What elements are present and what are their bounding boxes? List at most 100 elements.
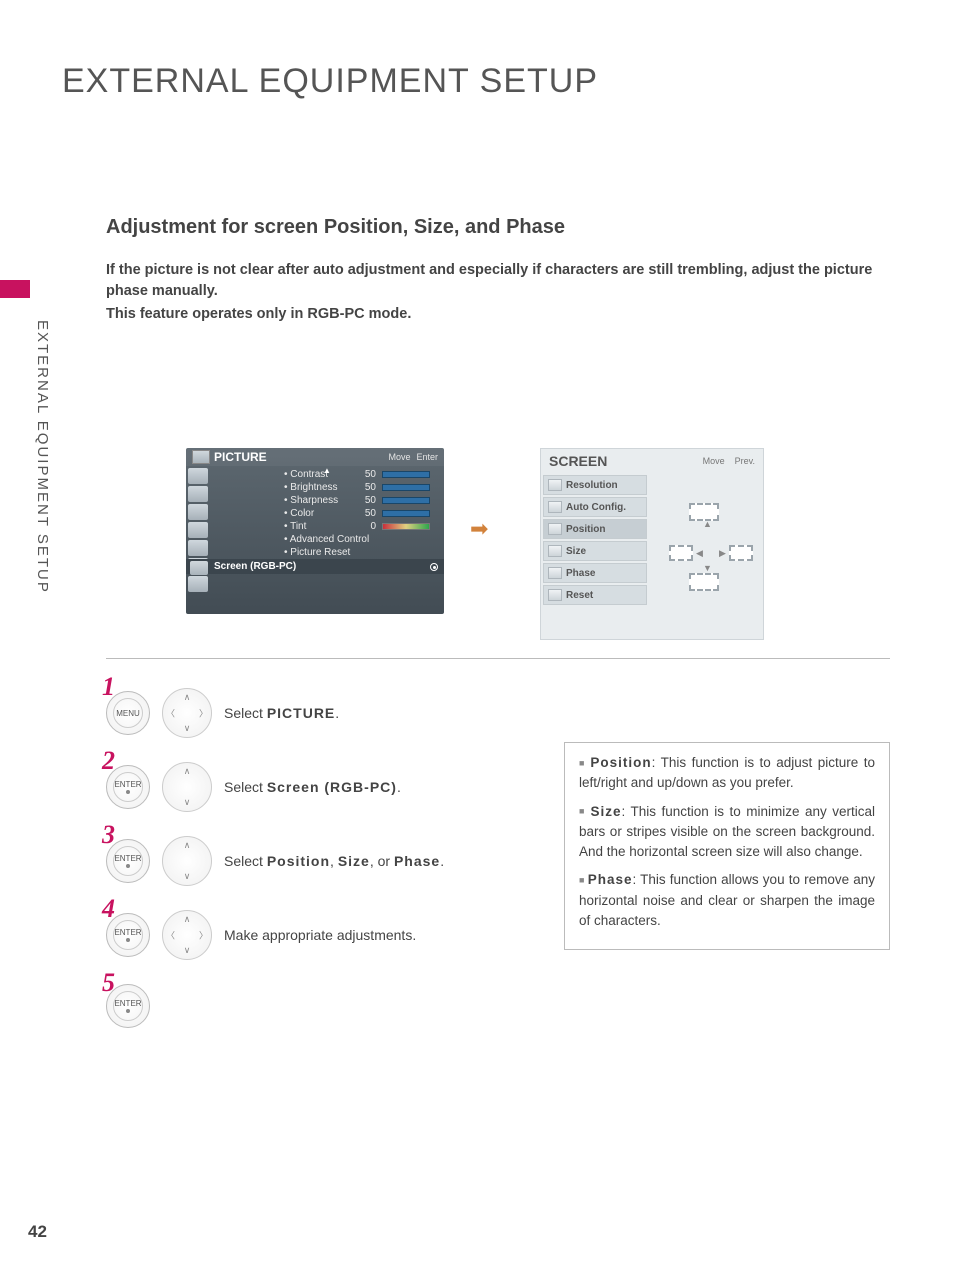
info-label: Phase <box>588 872 633 887</box>
picture-panel-header: PICTURE Move Enter <box>186 448 444 466</box>
intro-p1: If the picture is not clear after auto a… <box>106 262 872 299</box>
step-text: Select PICTURE. <box>224 705 339 721</box>
item-icon <box>548 589 562 601</box>
intro-p2: This feature operates only in RGB-PC mod… <box>106 306 411 322</box>
dot-icon <box>126 864 130 868</box>
row-bar <box>382 484 430 491</box>
side-icon <box>188 522 208 538</box>
dpad-full-icon: ∧∨〈〉 <box>162 910 212 960</box>
screen-item-reset: Reset <box>543 585 647 605</box>
row-bar <box>382 471 430 478</box>
text: . <box>397 779 401 795</box>
button-label: MENU <box>116 709 140 718</box>
steps-list: 1 MENU ∧∨〈〉 Select PICTURE. 2 ENTER ∧∨〈〉… <box>106 688 546 1052</box>
step-text: Make appropriate adjustments. <box>224 927 416 943</box>
row-label: • Brightness <box>284 482 358 493</box>
row-label: • Sharpness <box>284 495 358 506</box>
row-label: • Contrast <box>284 469 358 480</box>
side-section-label: EXTERNAL EQUIPMENT SETUP <box>34 320 51 594</box>
preview-rect-icon <box>689 573 719 591</box>
screen-item-size: Size <box>543 541 647 561</box>
dpad-full-icon: ∧∨〈〉 <box>162 688 212 738</box>
step-text: Select Screen (RGB-PC). <box>224 779 401 795</box>
screen-menu: Resolution Auto Config. Position Size Ph… <box>541 473 649 607</box>
osd-picture-panel: PICTURE Move Enter ▲ • Contrast50 • Brig… <box>186 448 444 614</box>
screen-panel-header: SCREEN Move Prev. <box>541 449 763 473</box>
move-hint: Move <box>388 452 410 462</box>
move-hint: Move <box>703 456 725 466</box>
button-label: ENTER <box>114 999 141 1008</box>
info-size: Size: This function is to minimize any v… <box>579 802 875 863</box>
enter-hint: Enter <box>416 452 438 462</box>
picture-row-screen-selected: Screen (RGB-PC) <box>186 559 444 574</box>
item-label: Position <box>566 524 605 535</box>
picture-row-advanced: • Advanced Control <box>284 533 438 546</box>
row-label: • Picture Reset <box>284 547 438 558</box>
row-label: • Color <box>284 508 358 519</box>
text-bold: Screen (RGB-PC) <box>267 779 397 795</box>
picture-row-brightness: • Brightness50 <box>284 481 438 494</box>
text: . <box>440 853 444 869</box>
text-bold: PICTURE <box>267 705 335 721</box>
row-value: 50 <box>360 469 380 480</box>
info-box: Position: This function is to adjust pic… <box>564 742 890 950</box>
item-icon <box>548 545 562 557</box>
screen-item-position: Position <box>543 519 647 539</box>
screen-item-phase: Phase <box>543 563 647 583</box>
preview-rect-icon <box>669 545 693 561</box>
row-value: 50 <box>360 508 380 519</box>
picture-panel-title: PICTURE <box>214 450 267 464</box>
arrow-up-icon: ▲ <box>703 519 712 529</box>
button-label: ENTER <box>114 780 141 789</box>
text: Select <box>224 705 267 721</box>
radio-dot-icon <box>430 563 438 571</box>
button-label: ENTER <box>114 854 141 863</box>
side-icon <box>188 504 208 520</box>
step-1: 1 MENU ∧∨〈〉 Select PICTURE. <box>106 688 546 738</box>
divider <box>106 658 890 659</box>
row-tint-bar <box>382 523 430 530</box>
row-label: • Tint <box>284 521 358 532</box>
dpad-vertical-icon: ∧∨〈〉 <box>162 762 212 812</box>
row-value: 50 <box>360 495 380 506</box>
text: , <box>330 853 338 869</box>
step-5: 5 ENTER <box>106 984 546 1028</box>
enter-button-icon: ENTER <box>106 984 150 1028</box>
scroll-up-icon: ▲ <box>323 466 331 475</box>
menu-button-icon: MENU <box>106 691 150 735</box>
picture-row-contrast: • Contrast50 <box>284 468 438 481</box>
picture-items: ▲ • Contrast50 • Brightness50 • Sharpnes… <box>210 466 444 594</box>
item-icon <box>548 501 562 513</box>
screen-item-autoconfig: Auto Config. <box>543 497 647 517</box>
item-label: Auto Config. <box>566 502 626 513</box>
intro-text: If the picture is not clear after auto a… <box>106 260 890 327</box>
text-bold: Position <box>267 853 330 869</box>
page-title: EXTERNAL EQUIPMENT SETUP <box>62 62 598 101</box>
row-value: 0 <box>360 521 380 532</box>
screen-item-resolution: Resolution <box>543 475 647 495</box>
text: Select <box>224 779 267 795</box>
side-accent-tab <box>0 280 30 298</box>
dot-icon <box>126 938 130 942</box>
dpad-vertical-icon: ∧∨〈〉 <box>162 836 212 886</box>
screen-preview: ▲ ▼ ◀ ▶ <box>649 473 763 607</box>
arrow-right-icon: ▶ <box>719 548 726 559</box>
prev-hint: Prev. <box>735 456 755 466</box>
enter-button-icon: ENTER <box>106 913 150 957</box>
button-label: ENTER <box>114 928 141 937</box>
enter-button-icon: ENTER <box>106 839 150 883</box>
picture-header-icon <box>192 450 210 464</box>
side-icon <box>188 540 208 556</box>
picture-row-sharpness: • Sharpness50 <box>284 494 438 507</box>
row-label: • Advanced Control <box>284 534 438 545</box>
item-label: Phase <box>566 568 595 579</box>
item-icon <box>548 523 562 535</box>
row-value: 50 <box>360 482 380 493</box>
info-text: : This function is to minimize any verti… <box>579 804 875 860</box>
row-label: Screen (RGB-PC) <box>214 561 438 572</box>
row-bar <box>382 510 430 517</box>
picture-row-reset: • Picture Reset <box>284 546 438 559</box>
dot-icon <box>126 790 130 794</box>
text: Make appropriate adjustments. <box>224 927 416 943</box>
side-icon <box>188 576 208 592</box>
